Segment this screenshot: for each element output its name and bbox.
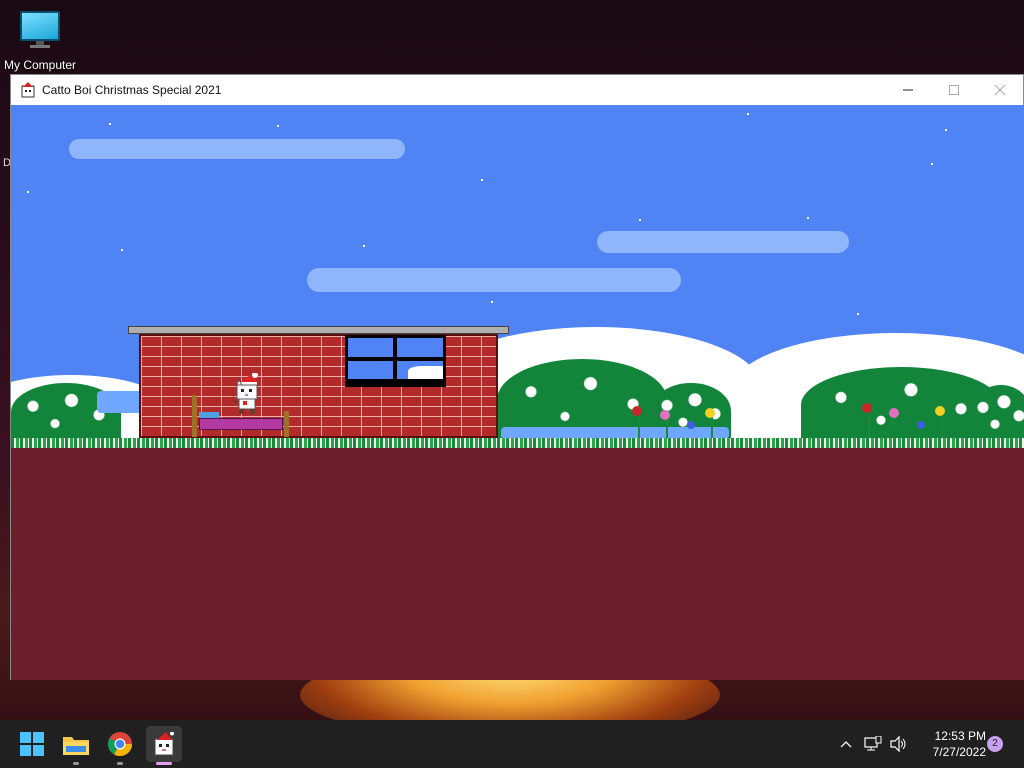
house-window [345, 335, 446, 387]
flower [632, 406, 642, 416]
minimize-icon [903, 89, 913, 90]
star [807, 217, 809, 219]
file-explorer-button[interactable] [58, 726, 94, 765]
star [109, 123, 111, 125]
computer-icon [20, 8, 60, 48]
cloud [597, 231, 849, 253]
flower [862, 403, 872, 413]
star [121, 249, 123, 251]
taskbar-clock[interactable]: 12:53 PM 7/27/2022 [914, 728, 986, 760]
catto-boi-icon [154, 732, 174, 756]
minimize-button[interactable] [885, 75, 931, 104]
start-button[interactable] [14, 726, 50, 762]
pond [97, 391, 143, 413]
flower-stem [941, 415, 943, 439]
catto-boi-character [231, 372, 259, 414]
cloud [307, 268, 681, 292]
star [491, 301, 493, 303]
flower-stem [868, 411, 870, 439]
flower [687, 421, 695, 429]
chevron-up-icon[interactable] [836, 740, 856, 748]
star [277, 125, 279, 127]
bush [971, 385, 1024, 441]
taskbar: 12:53 PM 7/27/2022 [0, 720, 1024, 768]
flower-stem [638, 415, 640, 439]
ground [11, 445, 1024, 680]
clock-time: 12:53 PM [934, 729, 986, 743]
flower [935, 406, 945, 416]
star [857, 313, 859, 315]
my-computer-desktop-icon[interactable]: My Computer [2, 8, 78, 72]
window-title: Catto Boi Christmas Special 2021 [42, 82, 222, 97]
close-icon [995, 84, 1005, 95]
flower [917, 421, 925, 429]
star [945, 129, 947, 131]
flower-stem [711, 417, 713, 439]
chrome-button[interactable] [102, 726, 138, 765]
volume-icon[interactable] [886, 736, 912, 752]
star [639, 219, 641, 221]
close-button[interactable] [977, 75, 1023, 104]
bed-post [284, 411, 289, 437]
flower [705, 408, 715, 418]
folder-icon [63, 737, 89, 755]
catto-boi-app-icon [20, 81, 36, 98]
star [747, 113, 749, 115]
catto-boi-taskbar-button[interactable] [146, 726, 182, 765]
star [481, 179, 483, 181]
network-icon[interactable] [860, 736, 886, 752]
system-tray [836, 720, 912, 768]
bed-post [192, 395, 197, 437]
chrome-icon [108, 732, 132, 756]
house-roof [128, 326, 509, 334]
bed [199, 418, 283, 430]
star [27, 191, 29, 193]
game-canvas[interactable] [11, 105, 1024, 680]
star [931, 163, 933, 165]
flower-stem [666, 419, 668, 439]
cloud [69, 139, 405, 159]
grass-strip [11, 438, 1024, 448]
pillow [199, 412, 219, 418]
notification-badge[interactable]: 2 [987, 736, 1003, 752]
flower [889, 408, 899, 418]
game-window: Catto Boi Christmas Special 2021 [10, 74, 1024, 680]
clock-date: 7/27/2022 [932, 745, 986, 759]
desktop-icon-label: My Computer [3, 58, 77, 72]
maximize-icon [949, 84, 959, 95]
flower [660, 410, 670, 420]
maximize-button[interactable] [931, 75, 977, 104]
star [363, 245, 365, 247]
windows-start-icon [20, 732, 44, 756]
window-titlebar[interactable]: Catto Boi Christmas Special 2021 [11, 75, 1023, 104]
